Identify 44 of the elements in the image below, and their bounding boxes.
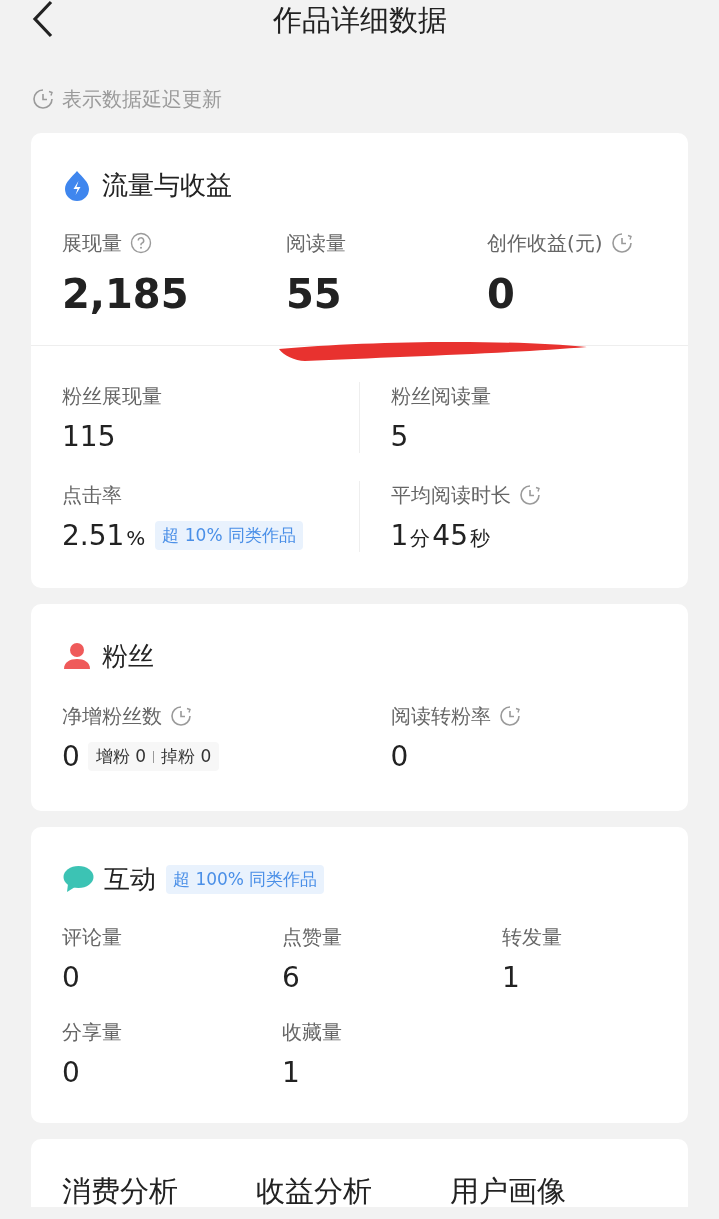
metric-value: 55 — [286, 271, 342, 317]
metric-label: 点击率 — [62, 481, 122, 509]
analysis-tab[interactable]: 用户画像 — [450, 1175, 566, 1207]
fan-change-breakdown: 增粉 0 掉粉 0 — [87, 742, 220, 771]
metric-value: 2.51% — [62, 519, 147, 552]
metric-label: 分享量 — [62, 1018, 122, 1046]
section-title: 流量与收益 — [102, 168, 232, 202]
section-title: 互动 — [104, 862, 156, 896]
metric-label: 收藏量 — [282, 1018, 342, 1046]
comparison-badge: 超 10% 同类作品 — [155, 521, 303, 550]
metric-label: 转发量 — [502, 923, 562, 951]
metric-label: 评论量 — [62, 923, 122, 951]
analysis-tab[interactable]: 收益分析 — [256, 1175, 372, 1207]
metric-value: 115 — [62, 420, 116, 453]
comparison-badge: 超 100% 同类作品 — [166, 864, 325, 894]
clock-icon — [32, 88, 54, 110]
metric-label: 阅读量 — [286, 229, 346, 257]
metric-value: 1 — [502, 961, 520, 994]
delay-notice: 表示数据延迟更新 — [62, 85, 222, 113]
section-title: 粉丝 — [102, 639, 154, 673]
metric-label: 点赞量 — [282, 923, 342, 951]
metric-value: 0 — [487, 271, 515, 317]
metric-value: 1 — [282, 1056, 300, 1089]
metric-value: 6 — [282, 961, 300, 994]
metric-label: 平均阅读时长 — [390, 481, 511, 509]
metric-value: 5 — [390, 420, 409, 453]
metric-value: 2,185 — [62, 271, 189, 317]
metric-label: 阅读转粉率 — [390, 702, 491, 730]
droplet-bolt-icon — [62, 169, 92, 201]
help-icon[interactable] — [130, 232, 152, 254]
metric-label: 净增粉丝数 — [62, 702, 162, 730]
metric-label: 创作收益(元) — [487, 229, 603, 257]
metric-value: 0 — [390, 740, 409, 773]
chat-bubble-icon — [62, 864, 94, 894]
metric-value: 1分45秒 — [390, 519, 491, 552]
metric-value: 0 — [62, 1056, 80, 1089]
metric-label: 粉丝展现量 — [62, 382, 162, 410]
metric-value: 0 — [62, 961, 80, 994]
metric-label: 展现量 — [62, 229, 122, 257]
metric-value: 0 — [62, 740, 80, 773]
page-title: 作品详细数据 — [272, 2, 447, 39]
analysis-tab[interactable]: 消费分析 — [62, 1175, 178, 1207]
person-icon — [62, 641, 92, 671]
metric-label: 粉丝阅读量 — [390, 382, 491, 410]
